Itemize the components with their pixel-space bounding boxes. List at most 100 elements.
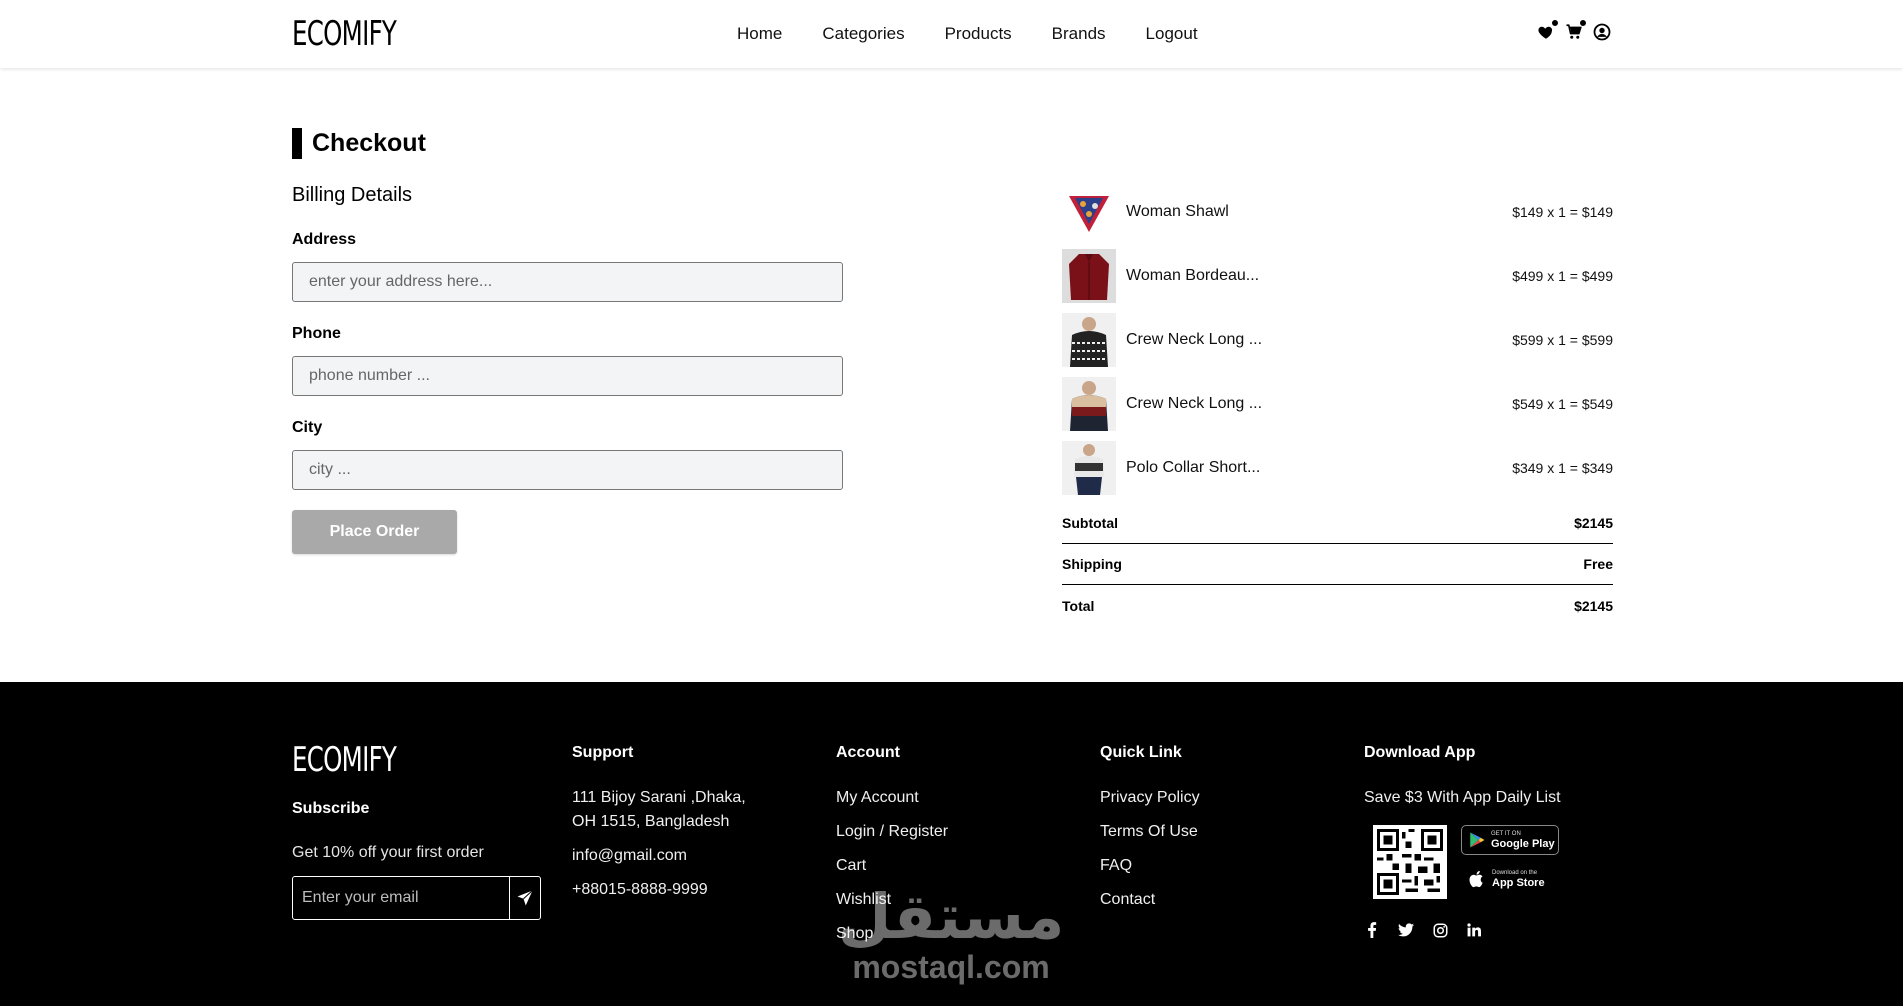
nav-link-home[interactable]: Home: [737, 24, 782, 44]
account-heading: Account: [836, 744, 900, 761]
subscribe-email-input[interactable]: [293, 877, 510, 919]
product-line-price: $349 x 1 = $349: [1512, 460, 1613, 476]
brand-logo[interactable]: ECOMIFY: [292, 14, 397, 54]
title-accent-bar: [292, 128, 302, 159]
cart-badge: [1579, 19, 1587, 27]
page-title-text: Checkout: [312, 129, 426, 157]
twitter-icon[interactable]: [1398, 922, 1414, 938]
subtotal-value: $2145: [1574, 515, 1613, 531]
page-title: Checkout: [292, 128, 426, 159]
nav-link-logout[interactable]: Logout: [1146, 24, 1198, 44]
user-icon[interactable]: [1593, 23, 1611, 41]
product-thumbnail: [1062, 441, 1116, 495]
footer-link-login-register[interactable]: Login / Register: [836, 820, 948, 844]
social-links: [1364, 922, 1482, 938]
product-thumbnail: [1062, 313, 1116, 367]
place-order-button[interactable]: Place Order: [292, 510, 457, 554]
address-input[interactable]: [292, 262, 843, 302]
support-address-line1: 111 Bijoy Sarani ,Dhaka,: [572, 789, 746, 806]
order-item: Woman Bordeau... $499 x 1 = $499: [1062, 244, 1613, 308]
footer-link-wishlist[interactable]: Wishlist: [836, 888, 948, 912]
app-store-button[interactable]: Download on the App Store: [1461, 864, 1559, 894]
qr-code-icon: [1373, 825, 1447, 899]
order-item: Polo Collar Short... $349 x 1 = $349: [1062, 436, 1613, 500]
footer-link-terms-of-use[interactable]: Terms Of Use: [1100, 820, 1200, 844]
order-item: Crew Neck Long ... $599 x 1 = $599: [1062, 308, 1613, 372]
subtotal-row: Subtotal $2145: [1062, 503, 1613, 544]
footer-quick-link-column: Quick Link Privacy Policy Terms Of Use F…: [1100, 744, 1200, 922]
footer-support-column: Support 111 Bijoy Sarani ,Dhaka, OH 1515…: [572, 744, 746, 912]
wishlist-badge: [1551, 19, 1559, 27]
quick-link-heading: Quick Link: [1100, 744, 1182, 761]
shipping-row: Shipping Free: [1062, 544, 1613, 585]
subscribe-heading: Subscribe: [292, 800, 370, 817]
support-heading: Support: [572, 744, 634, 761]
shipping-value: Free: [1583, 556, 1613, 572]
google-play-button[interactable]: GET IT ON Google Play: [1461, 825, 1559, 855]
footer-account-column: Account My Account Login / Register Cart…: [836, 744, 948, 956]
nav-icons: [1537, 19, 1611, 41]
app-store-text: Download on the App Store: [1492, 870, 1545, 889]
city-label: City: [292, 419, 323, 436]
footer-link-my-account[interactable]: My Account: [836, 786, 948, 810]
city-input[interactable]: [292, 450, 843, 490]
order-item: Woman Shawl $149 x 1 = $149: [1062, 180, 1613, 244]
total-label: Total: [1062, 597, 1095, 614]
phone-input[interactable]: [292, 356, 843, 396]
product-name: Crew Neck Long ...: [1126, 331, 1263, 348]
product-name: Woman Shawl: [1126, 203, 1229, 220]
product-line-price: $549 x 1 = $549: [1512, 396, 1613, 412]
send-icon[interactable]: [510, 877, 540, 919]
apple-icon: [1469, 870, 1483, 888]
product-line-price: $149 x 1 = $149: [1512, 204, 1613, 220]
main-nav: Home Categories Products Brands Logout: [737, 24, 1198, 44]
app-store-big-text: App Store: [1492, 876, 1545, 889]
product-thumbnail: [1062, 249, 1116, 303]
support-address: 111 Bijoy Sarani ,Dhaka, OH 1515, Bangla…: [572, 786, 746, 834]
phone-label: Phone: [292, 325, 341, 342]
nav-link-brands[interactable]: Brands: [1052, 24, 1106, 44]
nav-link-categories[interactable]: Categories: [822, 24, 904, 44]
address-label: Address: [292, 231, 357, 248]
site-footer: ECOMIFY Subscribe Get 10% off your first…: [0, 682, 1903, 1006]
subtotal-label: Subtotal: [1062, 515, 1118, 531]
order-totals: Subtotal $2145 Shipping Free Total $2145: [1062, 503, 1613, 626]
footer-logo[interactable]: ECOMIFY: [292, 740, 397, 780]
google-play-text: GET IT ON Google Play: [1491, 831, 1555, 850]
download-promo-text: Save $3 With App Daily List: [1364, 789, 1561, 806]
cart-icon[interactable]: [1565, 19, 1587, 41]
product-name: Woman Bordeau...: [1126, 267, 1260, 284]
google-play-small-text: GET IT ON: [1491, 830, 1521, 837]
footer-link-shop[interactable]: Shop: [836, 922, 948, 946]
product-name: Crew Neck Long ...: [1126, 395, 1263, 412]
product-line-price: $599 x 1 = $599: [1512, 332, 1613, 348]
subscribe-text: Get 10% off your first order: [292, 844, 484, 861]
support-email[interactable]: info@gmail.com: [572, 844, 746, 868]
billing-details-heading: Billing Details: [292, 184, 413, 206]
download-heading: Download App: [1364, 744, 1476, 761]
instagram-icon[interactable]: [1432, 922, 1448, 938]
heart-icon[interactable]: [1537, 19, 1559, 41]
support-phone[interactable]: +88015-8888-9999: [572, 878, 746, 902]
product-thumbnail: [1062, 185, 1116, 239]
support-address-line2: OH 1515, Bangladesh: [572, 813, 730, 830]
product-name: Polo Collar Short...: [1126, 459, 1261, 476]
footer-download-column: Download App Save $3 With App Daily List: [1364, 744, 1561, 820]
footer-link-faq[interactable]: FAQ: [1100, 854, 1200, 878]
google-play-icon: [1470, 832, 1485, 848]
app-store-small-text: Download on the: [1492, 869, 1538, 876]
product-line-price: $499 x 1 = $499: [1512, 268, 1613, 284]
total-row: Total $2145: [1062, 585, 1613, 626]
facebook-icon[interactable]: [1364, 922, 1380, 938]
footer-link-contact[interactable]: Contact: [1100, 888, 1200, 912]
shipping-label: Shipping: [1062, 556, 1122, 572]
order-item: Crew Neck Long ... $549 x 1 = $549: [1062, 372, 1613, 436]
linkedin-icon[interactable]: [1466, 922, 1482, 938]
product-thumbnail: [1062, 377, 1116, 431]
google-play-big-text: Google Play: [1491, 837, 1555, 850]
footer-link-privacy-policy[interactable]: Privacy Policy: [1100, 786, 1200, 810]
nav-link-products[interactable]: Products: [945, 24, 1012, 44]
footer-link-cart[interactable]: Cart: [836, 854, 948, 878]
top-navbar: ECOMIFY Home Categories Products Brands …: [0, 0, 1903, 68]
total-value: $2145: [1574, 597, 1613, 614]
